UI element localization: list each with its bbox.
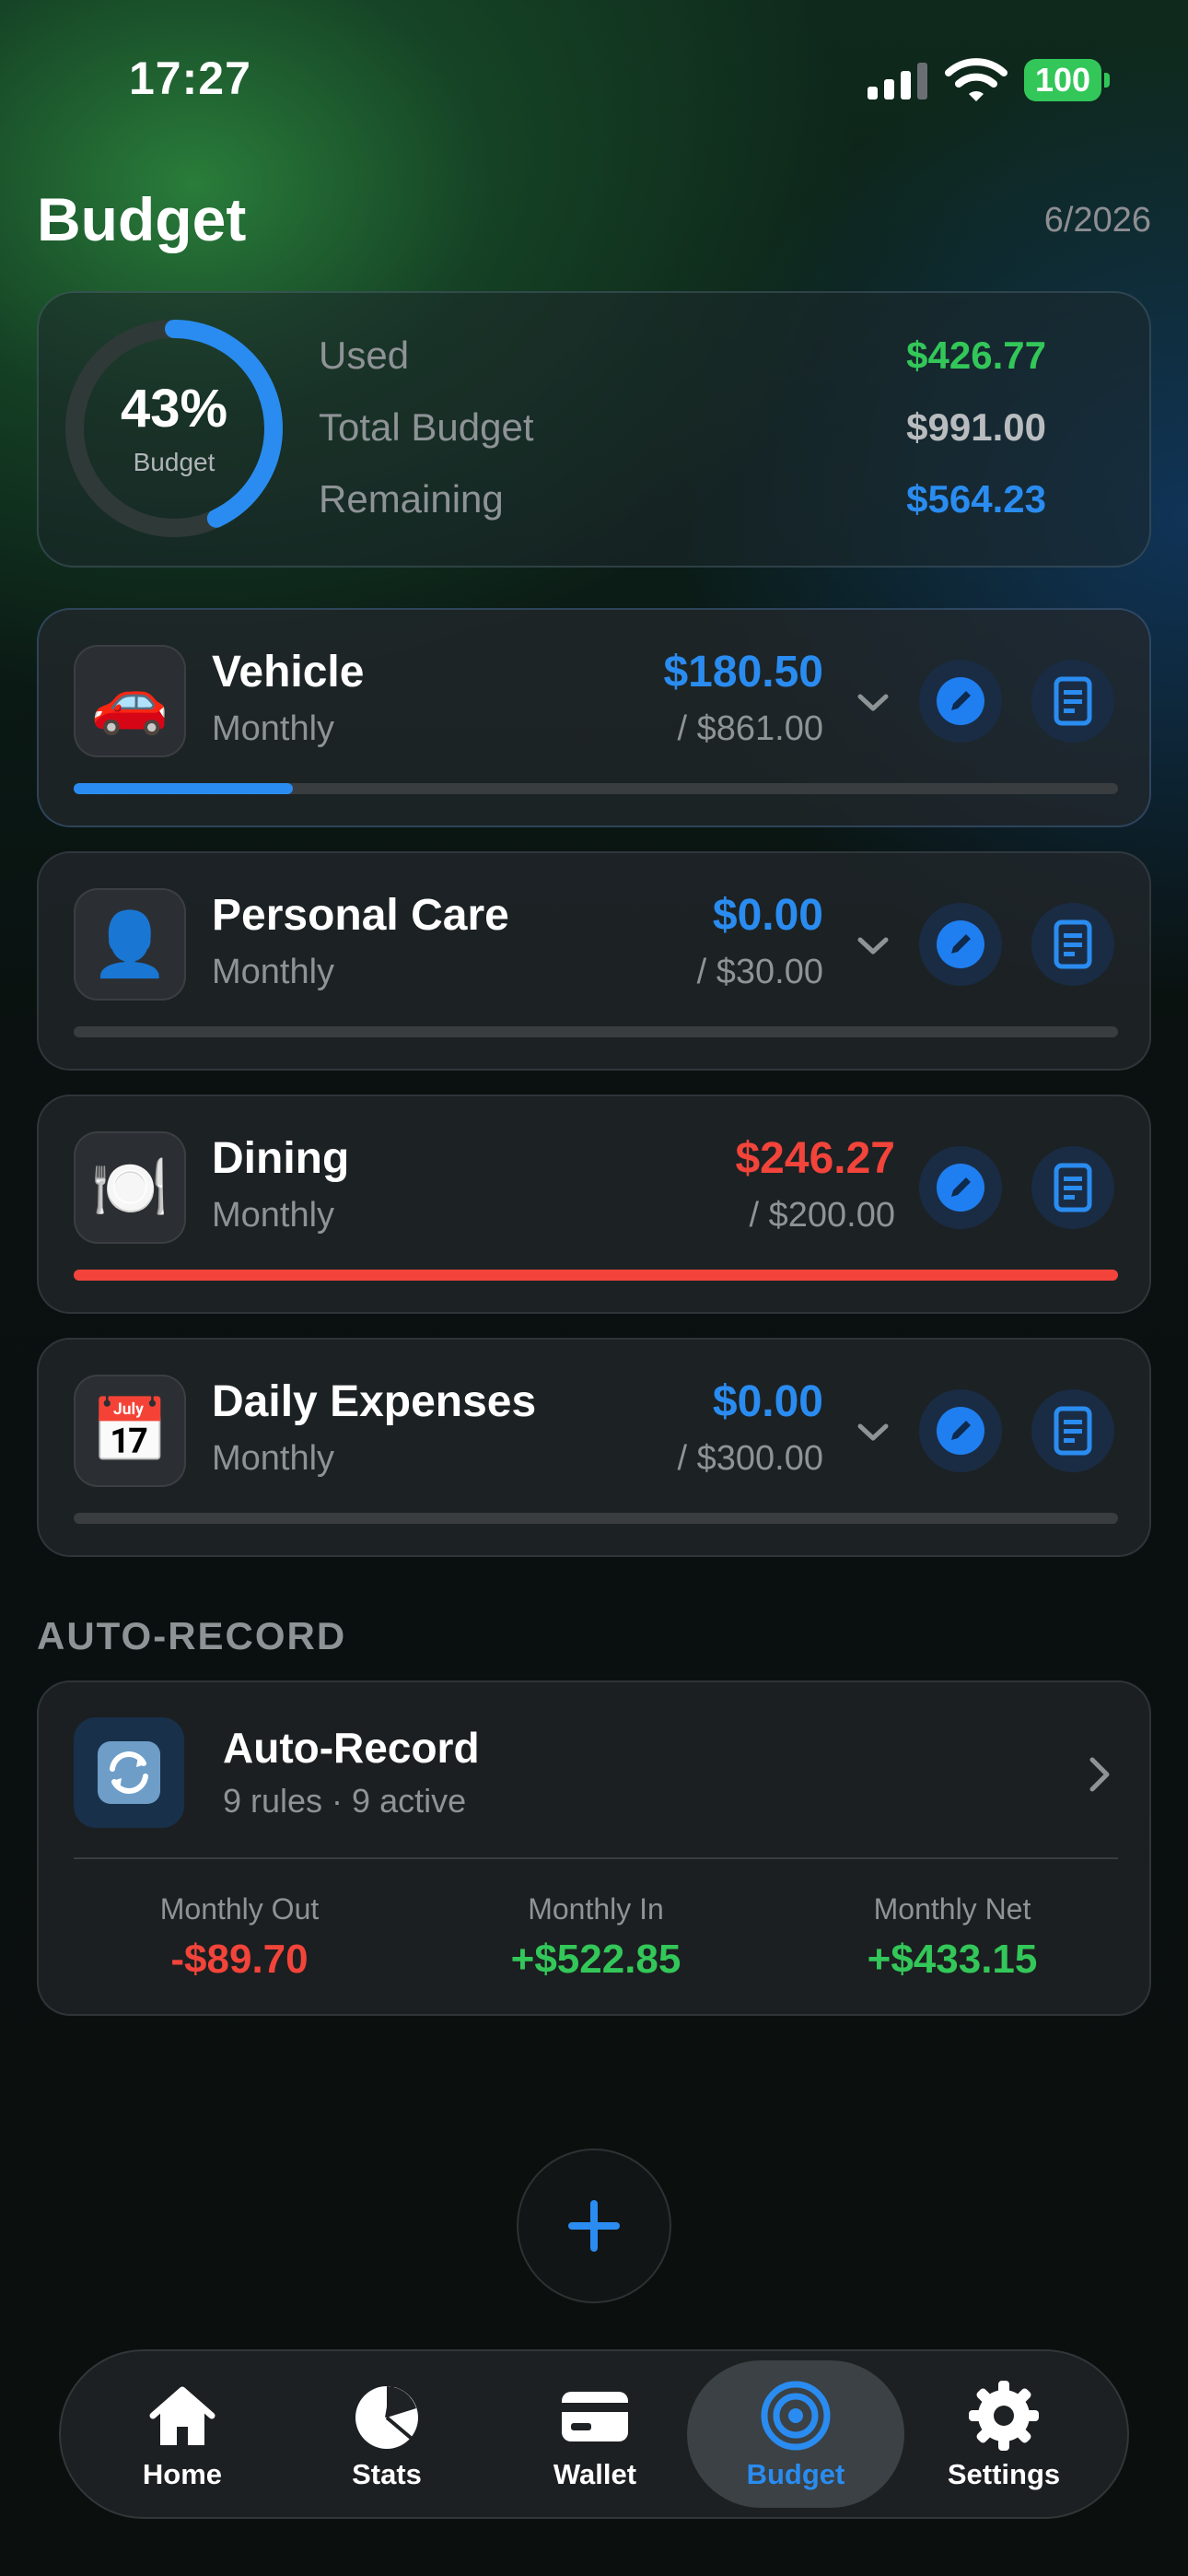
- budget-period: Monthly: [212, 1196, 335, 1235]
- auto-record-title: Auto-Record: [223, 1724, 480, 1772]
- budget-card-daily-expenses[interactable]: 📅 Daily Expenses Monthly $0.00 / $300.00: [37, 1338, 1151, 1557]
- budget-name: Dining: [212, 1134, 350, 1183]
- edit-budget-button[interactable]: [919, 1389, 1002, 1472]
- auto-record-subtitle: 9 rules · 9 active: [223, 1782, 467, 1820]
- wifi-icon: [945, 58, 1007, 101]
- document-icon: [1054, 676, 1092, 726]
- auto-record-card[interactable]: Auto-Record 9 rules · 9 active Monthly O…: [37, 1680, 1151, 2016]
- document-icon: [1054, 1163, 1092, 1212]
- pencil-icon: [937, 1164, 984, 1212]
- tab-label: Stats: [352, 2458, 422, 2490]
- tab-stats[interactable]: Stats: [278, 2360, 495, 2508]
- budget-progress-track: [74, 1270, 1118, 1281]
- section-title-auto-record: AUTO-RECORD: [37, 1614, 347, 1657]
- budget-progress-track: [74, 1513, 1118, 1524]
- edit-budget-button[interactable]: [919, 1146, 1002, 1229]
- budget-details-button[interactable]: [1031, 1389, 1114, 1472]
- person-icon: 👤: [74, 888, 186, 1001]
- total-budget-label: Total Budget: [319, 405, 534, 449]
- budget-details-button[interactable]: [1031, 1146, 1114, 1229]
- tab-budget[interactable]: Budget: [687, 2360, 904, 2508]
- pencil-icon: [937, 677, 984, 725]
- chevron-down-icon[interactable]: [849, 921, 897, 969]
- budget-spent: $0.00: [712, 1377, 823, 1426]
- tab-home[interactable]: Home: [74, 2360, 291, 2508]
- document-icon: [1054, 1406, 1092, 1456]
- tab-label: Budget: [746, 2458, 845, 2490]
- tab-label: Wallet: [553, 2458, 637, 2490]
- budget-card-dining[interactable]: 🍽️ Dining Monthly $246.27 / $200.00: [37, 1095, 1151, 1314]
- wallet-icon: [562, 2392, 628, 2441]
- monthly-in-value: +$522.85: [510, 1937, 681, 1982]
- chevron-down-icon[interactable]: [849, 678, 897, 726]
- budget-percent: 43%: [120, 379, 228, 439]
- pencil-icon: [937, 920, 984, 968]
- period-selector[interactable]: 6/2026: [1044, 201, 1151, 240]
- remaining-value: $564.23: [906, 477, 1046, 521]
- target-icon: [761, 2381, 831, 2451]
- tab-label: Settings: [947, 2458, 1061, 2490]
- budget-period: Monthly: [212, 1439, 335, 1478]
- total-budget-value: $991.00: [906, 405, 1046, 449]
- battery-indicator: 100: [1024, 59, 1101, 101]
- battery-cap: [1104, 73, 1110, 88]
- tab-settings[interactable]: Settings: [895, 2360, 1112, 2508]
- budget-limit: / $300.00: [677, 1439, 823, 1478]
- monthly-out-value: -$89.70: [170, 1937, 309, 1982]
- budget-spent: $180.50: [663, 648, 823, 697]
- budget-progress-track: [74, 1026, 1118, 1037]
- car-icon: 🚗: [74, 645, 186, 757]
- pencil-icon: [937, 1407, 984, 1455]
- monthly-in-label: Monthly In: [528, 1892, 664, 1926]
- tab-label: Home: [142, 2458, 223, 2490]
- cellular-signal-icon: [868, 63, 927, 100]
- page-title: Budget: [37, 185, 247, 253]
- budget-limit: / $861.00: [677, 709, 823, 748]
- chevron-down-icon[interactable]: [849, 1408, 897, 1456]
- divider: [74, 1857, 1118, 1859]
- remaining-label: Remaining: [319, 477, 504, 521]
- budget-period: Monthly: [212, 953, 335, 991]
- budget-spent: $246.27: [735, 1134, 895, 1183]
- budget-details-button[interactable]: [1031, 903, 1114, 986]
- budget-spent: $0.00: [712, 891, 823, 940]
- document-icon: [1054, 919, 1092, 969]
- budget-card-personal-care[interactable]: 👤 Personal Care Monthly $0.00 / $30.00: [37, 851, 1151, 1071]
- budget-name: Vehicle: [212, 648, 365, 697]
- tab-wallet[interactable]: Wallet: [486, 2360, 704, 2508]
- budget-ring-caption: Budget: [133, 448, 215, 476]
- budget-name: Daily Expenses: [212, 1377, 537, 1426]
- budget-card-vehicle[interactable]: 🚗 Vehicle Monthly $180.50 / $861.00: [37, 608, 1151, 827]
- edit-budget-button[interactable]: [919, 660, 1002, 743]
- plus-icon: [568, 2200, 620, 2252]
- budget-limit: / $30.00: [696, 953, 823, 991]
- budget-progress-track: [74, 783, 1118, 794]
- monthly-out-label: Monthly Out: [159, 1892, 320, 1926]
- auto-record-icon: [74, 1717, 184, 1828]
- refresh-icon: [98, 1741, 160, 1804]
- monthly-net-label: Monthly Net: [873, 1892, 1031, 1926]
- monthly-net-value: +$433.15: [867, 1937, 1038, 1982]
- budget-limit: / $200.00: [749, 1196, 895, 1235]
- used-label: Used: [319, 334, 410, 377]
- budget-progress-fill: [74, 1270, 1118, 1281]
- pie-chart-icon: [355, 2385, 418, 2449]
- edit-budget-button[interactable]: [919, 903, 1002, 986]
- used-value: $426.77: [906, 334, 1046, 377]
- calendar-icon: 📅: [74, 1375, 186, 1487]
- gear-icon: [969, 2381, 1039, 2451]
- status-time: 17:27: [129, 53, 251, 104]
- budget-name: Personal Care: [212, 891, 509, 940]
- budget-period: Monthly: [212, 709, 335, 748]
- plate-icon: 🍽️: [74, 1131, 186, 1244]
- chevron-right-icon: [1089, 1757, 1110, 1792]
- home-icon: [149, 2386, 215, 2445]
- budget-details-button[interactable]: [1031, 660, 1114, 743]
- budget-progress-fill: [74, 783, 294, 794]
- add-button[interactable]: [517, 2149, 671, 2303]
